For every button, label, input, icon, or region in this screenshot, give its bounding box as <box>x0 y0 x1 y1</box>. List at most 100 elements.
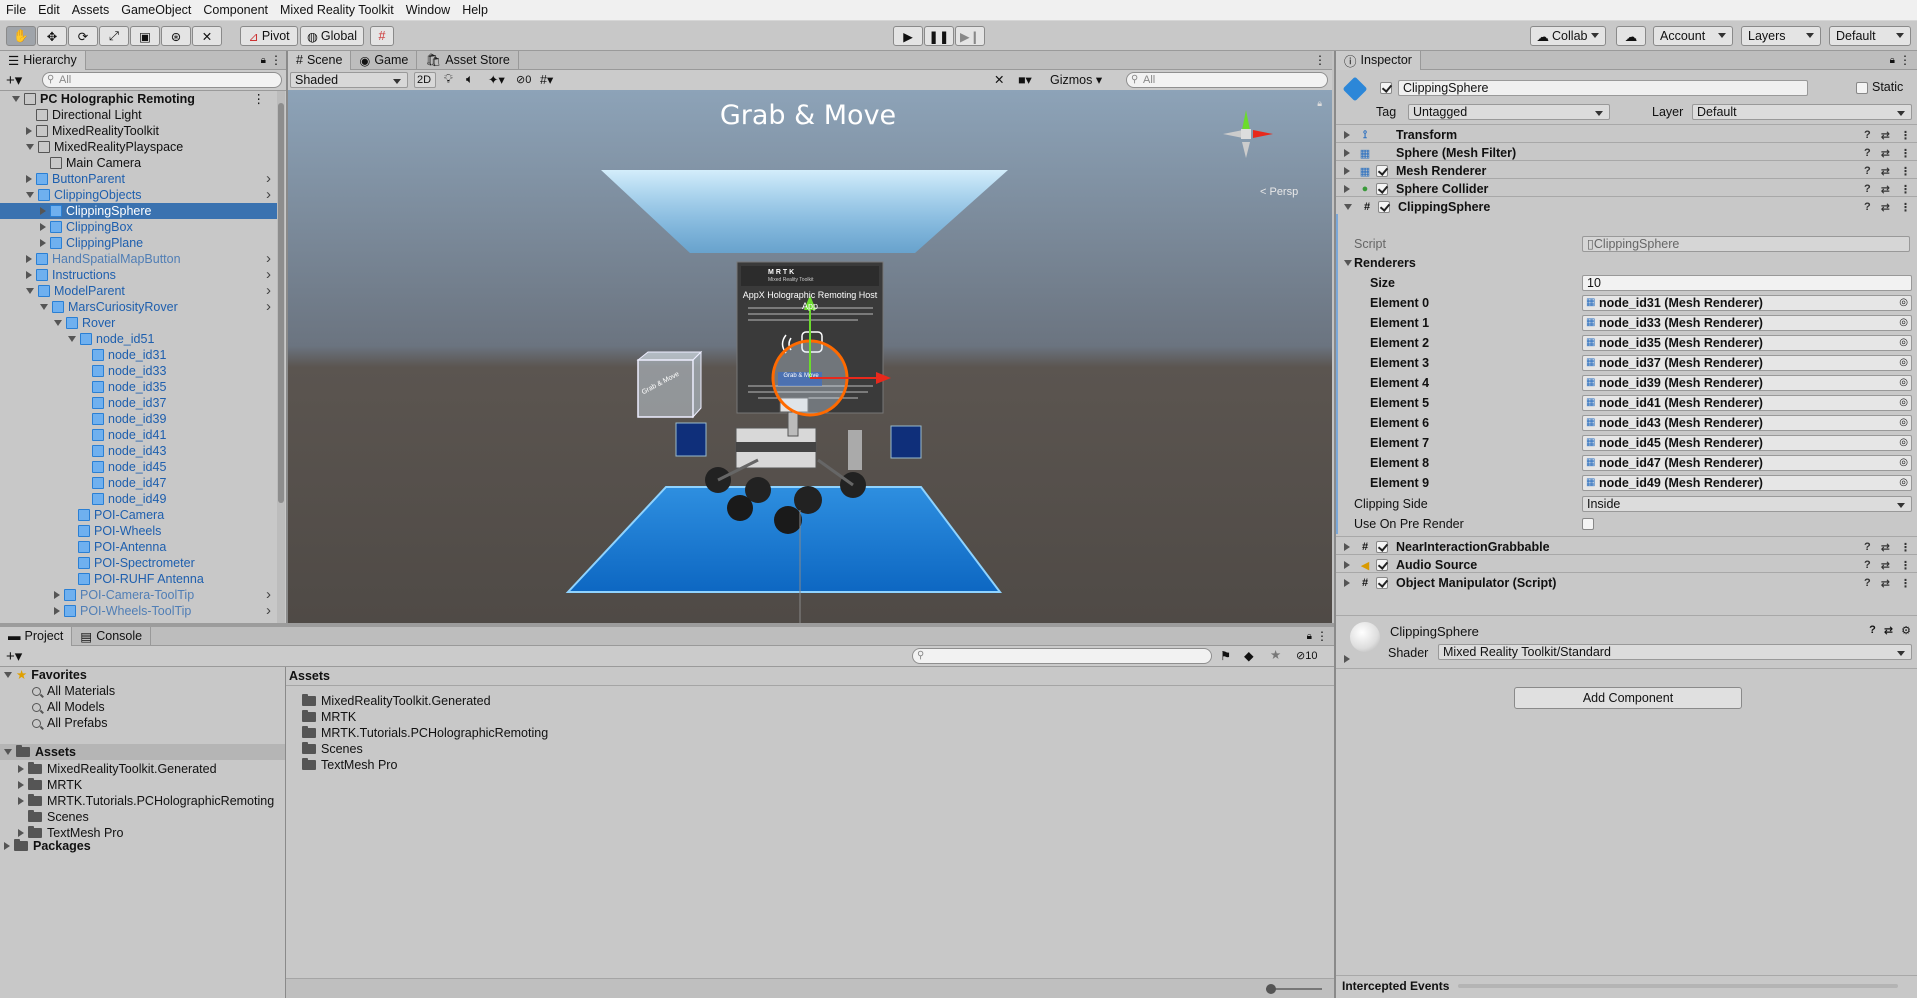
preset-icon[interactable]: ⇄ <box>1881 577 1890 590</box>
preset-icon[interactable]: ⇄ <box>1881 165 1890 178</box>
hierarchy-item[interactable]: node_id35 <box>0 379 277 395</box>
tools-icon[interactable]: ✕ <box>994 72 1004 87</box>
kebab-menu-icon[interactable]: ⋮ <box>1900 577 1911 590</box>
menu-window[interactable]: Window <box>406 3 450 17</box>
chevron-right-icon[interactable]: › <box>266 283 271 299</box>
chevron-right-icon[interactable]: › <box>266 171 271 187</box>
menu-component[interactable]: Component <box>203 3 268 17</box>
preset-icon[interactable]: ⇄ <box>1881 201 1890 214</box>
chevron-right-icon[interactable]: › <box>266 603 271 619</box>
favorite-item[interactable]: All Prefabs <box>32 715 107 731</box>
tab-project[interactable]: ▬ Project <box>0 626 73 646</box>
lock-icon[interactable]: 🔒︎ <box>1890 55 1895 66</box>
component-enabled-checkbox[interactable] <box>1376 541 1388 553</box>
hierarchy-scrollbar[interactable] <box>277 91 285 623</box>
view-orientation-gizmo[interactable] <box>1223 110 1273 158</box>
clipping-plane-floor[interactable] <box>565 486 1003 593</box>
global-toggle[interactable]: ◍ Global <box>300 26 364 46</box>
hierarchy-item[interactable]: node_id47 <box>0 475 277 491</box>
object-reference-field[interactable]: ▦ node_id45 (Mesh Renderer) ◎ <box>1582 435 1912 451</box>
object-reference-field[interactable]: ▦ node_id31 (Mesh Renderer) ◎ <box>1582 295 1912 311</box>
menu-gameobject[interactable]: GameObject <box>121 3 191 17</box>
menu-file[interactable]: File <box>6 3 26 17</box>
asset-list-item[interactable]: MixedRealityToolkit.Generated <box>302 693 491 709</box>
effects-icon[interactable]: ✦▾ <box>488 72 505 87</box>
collapse-arrow-icon[interactable] <box>54 607 60 615</box>
hierarchy-item[interactable]: HandSpatialMapButton › <box>0 251 277 267</box>
hierarchy-item[interactable]: ClippingBox <box>0 219 277 235</box>
kebab-menu-icon[interactable]: ⋮ <box>1316 629 1328 643</box>
menu-mixed-reality-toolkit[interactable]: Mixed Reality Toolkit <box>280 3 394 17</box>
collapse-arrow-icon[interactable] <box>40 239 46 247</box>
component-enabled-checkbox[interactable] <box>1376 183 1388 195</box>
menu-help[interactable]: Help <box>462 3 488 17</box>
lock-icon[interactable]: 🔒︎ <box>1317 98 1322 109</box>
expand-arrow-icon[interactable] <box>26 288 34 294</box>
scene-search-input[interactable]: ⚲ All <box>1126 72 1328 88</box>
asset-list-item[interactable]: Scenes <box>302 741 363 757</box>
clipping-box-button[interactable] <box>675 422 707 457</box>
object-reference-field[interactable]: ▦ node_id35 (Mesh Renderer) ◎ <box>1582 335 1912 351</box>
layers-dropdown[interactable]: Layers <box>1741 26 1821 46</box>
favorite-item[interactable]: All Materials <box>32 683 115 699</box>
2d-toggle[interactable]: 2D <box>414 72 436 88</box>
component-header[interactable]: # Object Manipulator (Script)? ⇄ ⋮ <box>1336 572 1917 593</box>
object-name-field[interactable]: ClippingSphere <box>1398 80 1808 96</box>
object-reference-field[interactable]: ▦ node_id33 (Mesh Renderer) ◎ <box>1582 315 1912 331</box>
hierarchy-item[interactable]: node_id41 <box>0 427 277 443</box>
clipping-side-dropdown[interactable]: Inside <box>1582 496 1912 512</box>
play-button[interactable]: ▶ <box>893 26 923 46</box>
hierarchy-item[interactable]: node_id51 <box>0 331 277 347</box>
hierarchy-item[interactable]: node_id45 <box>0 459 277 475</box>
favorite-star-icon[interactable]: ★ <box>1270 647 1281 662</box>
hierarchy-item[interactable]: POI-RUHF Antenna <box>0 571 277 587</box>
hierarchy-item[interactable]: POI-Wheels <box>0 523 277 539</box>
hierarchy-item[interactable]: node_id37 <box>0 395 277 411</box>
size-input[interactable]: 10 <box>1582 275 1912 291</box>
help-icon[interactable]: ? <box>1864 129 1871 142</box>
collapse-arrow-icon[interactable] <box>26 255 32 263</box>
object-picker-icon[interactable]: ◎ <box>1899 456 1908 470</box>
object-picker-icon[interactable]: ◎ <box>1899 356 1908 370</box>
hierarchy-item[interactable]: ClippingObjects › <box>0 187 277 203</box>
script-field[interactable]: ▯ClippingSphere <box>1582 236 1910 252</box>
transform-tool-button[interactable]: ⊛ <box>161 26 191 46</box>
hierarchy-item[interactable]: POI-Camera-ToolTip › <box>0 587 277 603</box>
help-icon[interactable]: ? <box>1864 183 1871 196</box>
chevron-right-icon[interactable]: › <box>266 267 271 283</box>
kebab-menu-icon[interactable]: ⋮ <box>1900 165 1911 178</box>
collapse-arrow-icon[interactable] <box>26 175 32 183</box>
hierarchy-item[interactable]: MixedRealityPlayspace <box>0 139 277 155</box>
tab-hierarchy[interactable]: ☰ Hierarchy <box>0 50 86 70</box>
hierarchy-item[interactable]: Main Camera <box>0 155 277 171</box>
object-reference-field[interactable]: ▦ node_id41 (Mesh Renderer) ◎ <box>1582 395 1912 411</box>
hierarchy-item[interactable]: Rover <box>0 315 277 331</box>
hierarchy-item[interactable]: ModelParent › <box>0 283 277 299</box>
favorites-foldout[interactable]: ★ Favorites <box>4 667 87 683</box>
collapse-arrow-icon[interactable] <box>26 271 32 279</box>
object-picker-icon[interactable]: ◎ <box>1899 396 1908 410</box>
settings-icon[interactable]: ⚙ <box>1901 624 1911 637</box>
object-reference-field[interactable]: ▦ node_id47 (Mesh Renderer) ◎ <box>1582 455 1912 471</box>
pivot-toggle[interactable]: ⊿ Pivot <box>240 26 298 46</box>
asset-list-item[interactable]: MRTK <box>302 709 356 725</box>
tab-asset-store[interactable]: 🛍︎ Asset Store <box>417 50 519 70</box>
menu-assets[interactable]: Assets <box>72 3 110 17</box>
object-reference-field[interactable]: ▦ node_id43 (Mesh Renderer) ◎ <box>1582 415 1912 431</box>
collab-dropdown[interactable]: ☁ Collab <box>1530 26 1606 46</box>
object-reference-field[interactable]: ▦ node_id49 (Mesh Renderer) ◎ <box>1582 475 1912 491</box>
help-icon[interactable]: ? <box>1864 577 1871 590</box>
asset-folder-item[interactable]: Scenes <box>18 809 89 825</box>
audio-icon[interactable]: 🔈︎ <box>466 72 474 87</box>
shader-dropdown[interactable]: Mixed Reality Toolkit/Standard <box>1438 644 1912 660</box>
lock-icon[interactable]: 🔒︎ <box>261 55 266 66</box>
collapse-arrow-icon[interactable] <box>40 207 46 215</box>
hand-tool-button[interactable]: ✋ <box>6 26 36 46</box>
snap-button[interactable]: # <box>370 26 394 46</box>
collapse-arrow-icon[interactable] <box>18 765 24 773</box>
scale-tool-button[interactable]: ⤢ <box>99 26 129 46</box>
tab-scene[interactable]: # Scene <box>288 50 352 70</box>
custom-tool-button[interactable]: ✕ <box>192 26 222 46</box>
preset-icon[interactable]: ⇄ <box>1884 624 1893 637</box>
clipping-sphere-button[interactable] <box>890 425 922 459</box>
